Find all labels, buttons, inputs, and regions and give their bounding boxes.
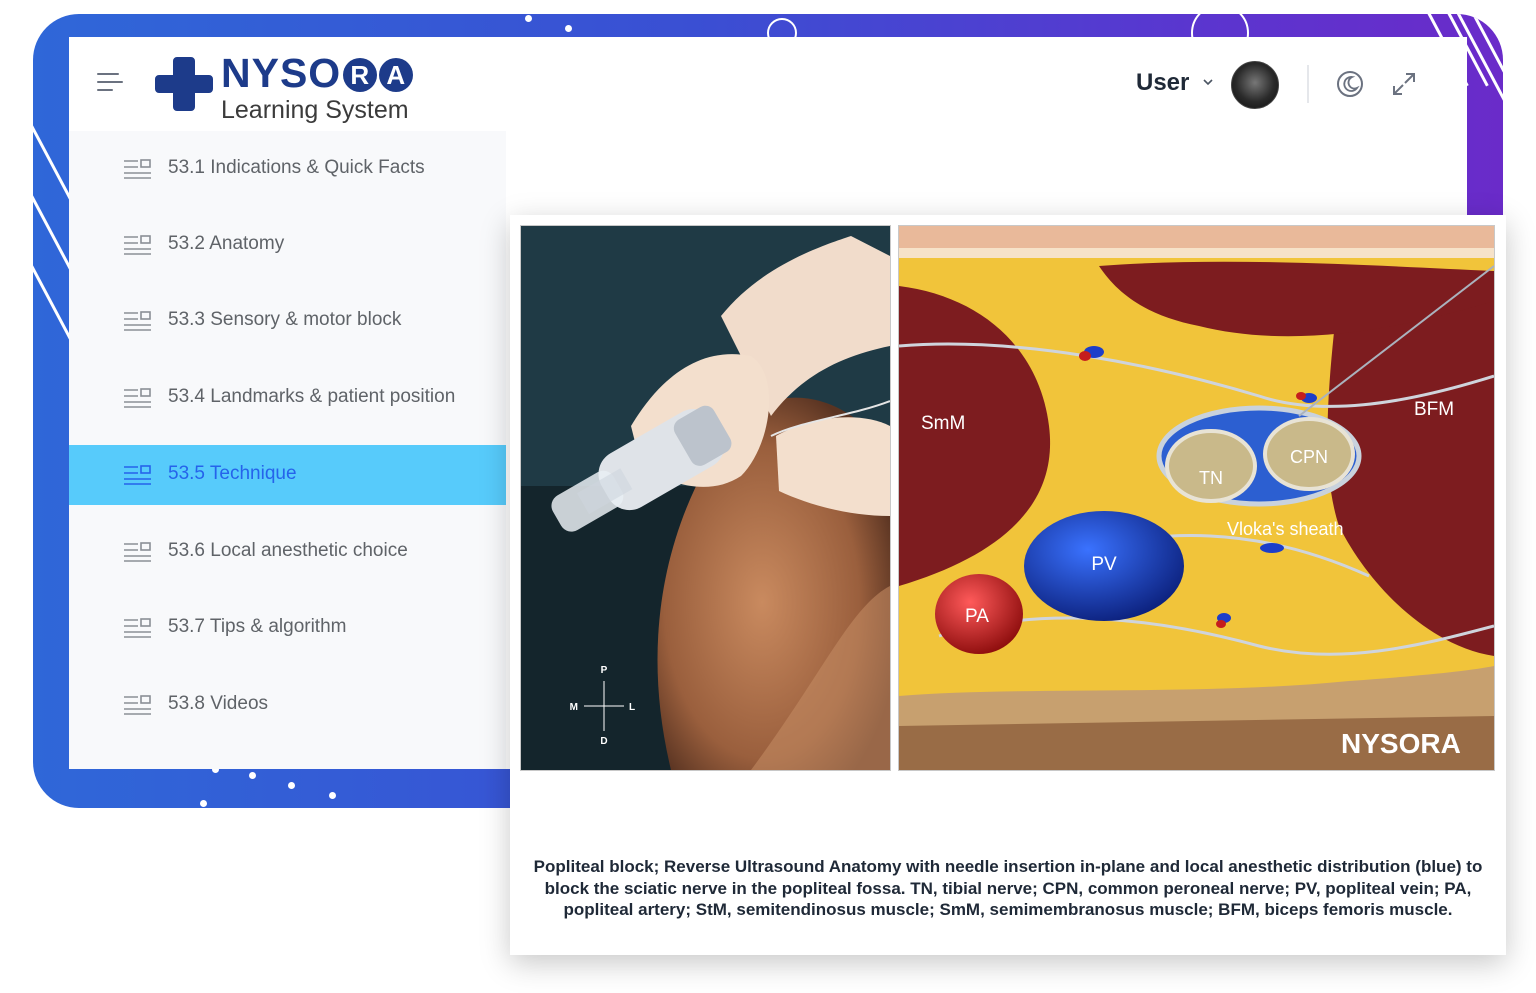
- sidebar-item-label: 53.5 Technique: [168, 463, 297, 484]
- sidebar-item-landmarks[interactable]: 53.4 Landmarks & patient position: [69, 368, 506, 428]
- label-pv: PV: [1091, 554, 1117, 575]
- toc-list-icon: [124, 695, 151, 715]
- decor-dot: [200, 800, 207, 807]
- header-divider: [1307, 65, 1309, 103]
- toc-list-icon: [124, 159, 151, 179]
- avatar[interactable]: [1231, 61, 1279, 109]
- nysora-logo[interactable]: NYSO R A Learning System: [153, 50, 423, 123]
- logo-r-badge: R: [343, 58, 378, 92]
- menu-icon-line: [97, 73, 119, 75]
- sidebar-item-sensory-motor[interactable]: 53.3 Sensory & motor block: [69, 291, 506, 351]
- sidebar-item-label: 53.7 Tips & algorithm: [168, 616, 347, 637]
- sidebar-item-label: 53.4 Landmarks & patient position: [168, 386, 456, 407]
- toc-list-icon: [124, 465, 151, 485]
- logo-wordmark: NYSO R A: [221, 50, 414, 96]
- decor-dot: [525, 15, 532, 22]
- decor-dot: [288, 782, 295, 789]
- label-smm: SmM: [921, 413, 965, 434]
- sidebar-item-local-anesthetic[interactable]: 53.6 Local anesthetic choice: [69, 522, 506, 582]
- orientation-label-left: M: [570, 702, 578, 713]
- logo-subtitle: Learning System: [221, 96, 409, 124]
- sidebar-item-technique[interactable]: 53.5 Technique: [69, 445, 506, 505]
- logo-cross-icon: [155, 57, 213, 111]
- user-menu-label[interactable]: User: [1136, 69, 1189, 97]
- label-tn: TN: [1199, 468, 1223, 488]
- orientation-label-top: P: [601, 665, 608, 676]
- sidebar-item-label: 53.8 Videos: [168, 693, 269, 714]
- toc-list-icon: [124, 388, 151, 408]
- logo-a-badge: A: [379, 58, 414, 92]
- top-header: NYSO R A Learning System User: [69, 37, 1467, 131]
- nysora-watermark: NYSORA: [1341, 728, 1461, 759]
- toc-list-icon: [124, 542, 151, 562]
- sidebar-item-label: 53.3 Sensory & motor block: [168, 309, 402, 330]
- toc-list-icon: [124, 311, 151, 331]
- toc-list-icon: [124, 235, 151, 255]
- sidebar-item-videos[interactable]: 53.8 Videos: [69, 675, 506, 735]
- sidebar-item-indications[interactable]: 53.1 Indications & Quick Facts: [69, 139, 506, 199]
- orientation-label-bottom: D: [600, 736, 607, 747]
- decor-dot: [565, 25, 572, 32]
- figure-caption: Popliteal block; Reverse Ultrasound Anat…: [533, 857, 1483, 919]
- figure-card: P M L D SmM BFM TN CPN Vloka's sheath PV…: [510, 215, 1506, 955]
- label-pa: PA: [965, 606, 989, 627]
- decor-dot: [329, 792, 336, 799]
- anatomy-cross-section: SmM BFM TN CPN Vloka's sheath PV PA NYSO…: [899, 226, 1494, 770]
- sidebar-item-tips[interactable]: 53.7 Tips & algorithm: [69, 598, 506, 658]
- label-bfm: BFM: [1414, 399, 1454, 420]
- menu-icon-line: [97, 89, 113, 91]
- toc-list-icon: [124, 618, 151, 638]
- chevron-down-icon[interactable]: [1203, 77, 1213, 87]
- expand-icon[interactable]: [1391, 71, 1417, 97]
- label-cpn: CPN: [1290, 447, 1328, 467]
- sidebar-item-label: 53.1 Indications & Quick Facts: [168, 157, 425, 178]
- sidebar-item-label: 53.2 Anatomy: [168, 233, 285, 254]
- decor-dot: [249, 772, 256, 779]
- chapter-sidebar: 53.1 Indications & Quick Facts 53.2 Anat…: [69, 131, 506, 769]
- sidebar-item-label: 53.6 Local anesthetic choice: [168, 540, 408, 561]
- label-vlokas-sheath: Vloka's sheath: [1227, 519, 1344, 539]
- moon-icon[interactable]: [1335, 69, 1365, 99]
- procedure-photo-illustration: P M L D: [521, 226, 890, 770]
- orientation-label-right: L: [629, 702, 635, 713]
- menu-icon[interactable]: [97, 71, 123, 93]
- menu-icon-line: [97, 81, 123, 83]
- reverse-ultrasound-anatomy-illustration: SmM BFM TN CPN Vloka's sheath PV PA NYSO…: [898, 225, 1495, 771]
- sidebar-item-anatomy[interactable]: 53.2 Anatomy: [69, 215, 506, 275]
- ultrasound-probe-photo: P M L D: [520, 225, 891, 771]
- logo-wordmark-text: NYSO: [221, 50, 342, 96]
